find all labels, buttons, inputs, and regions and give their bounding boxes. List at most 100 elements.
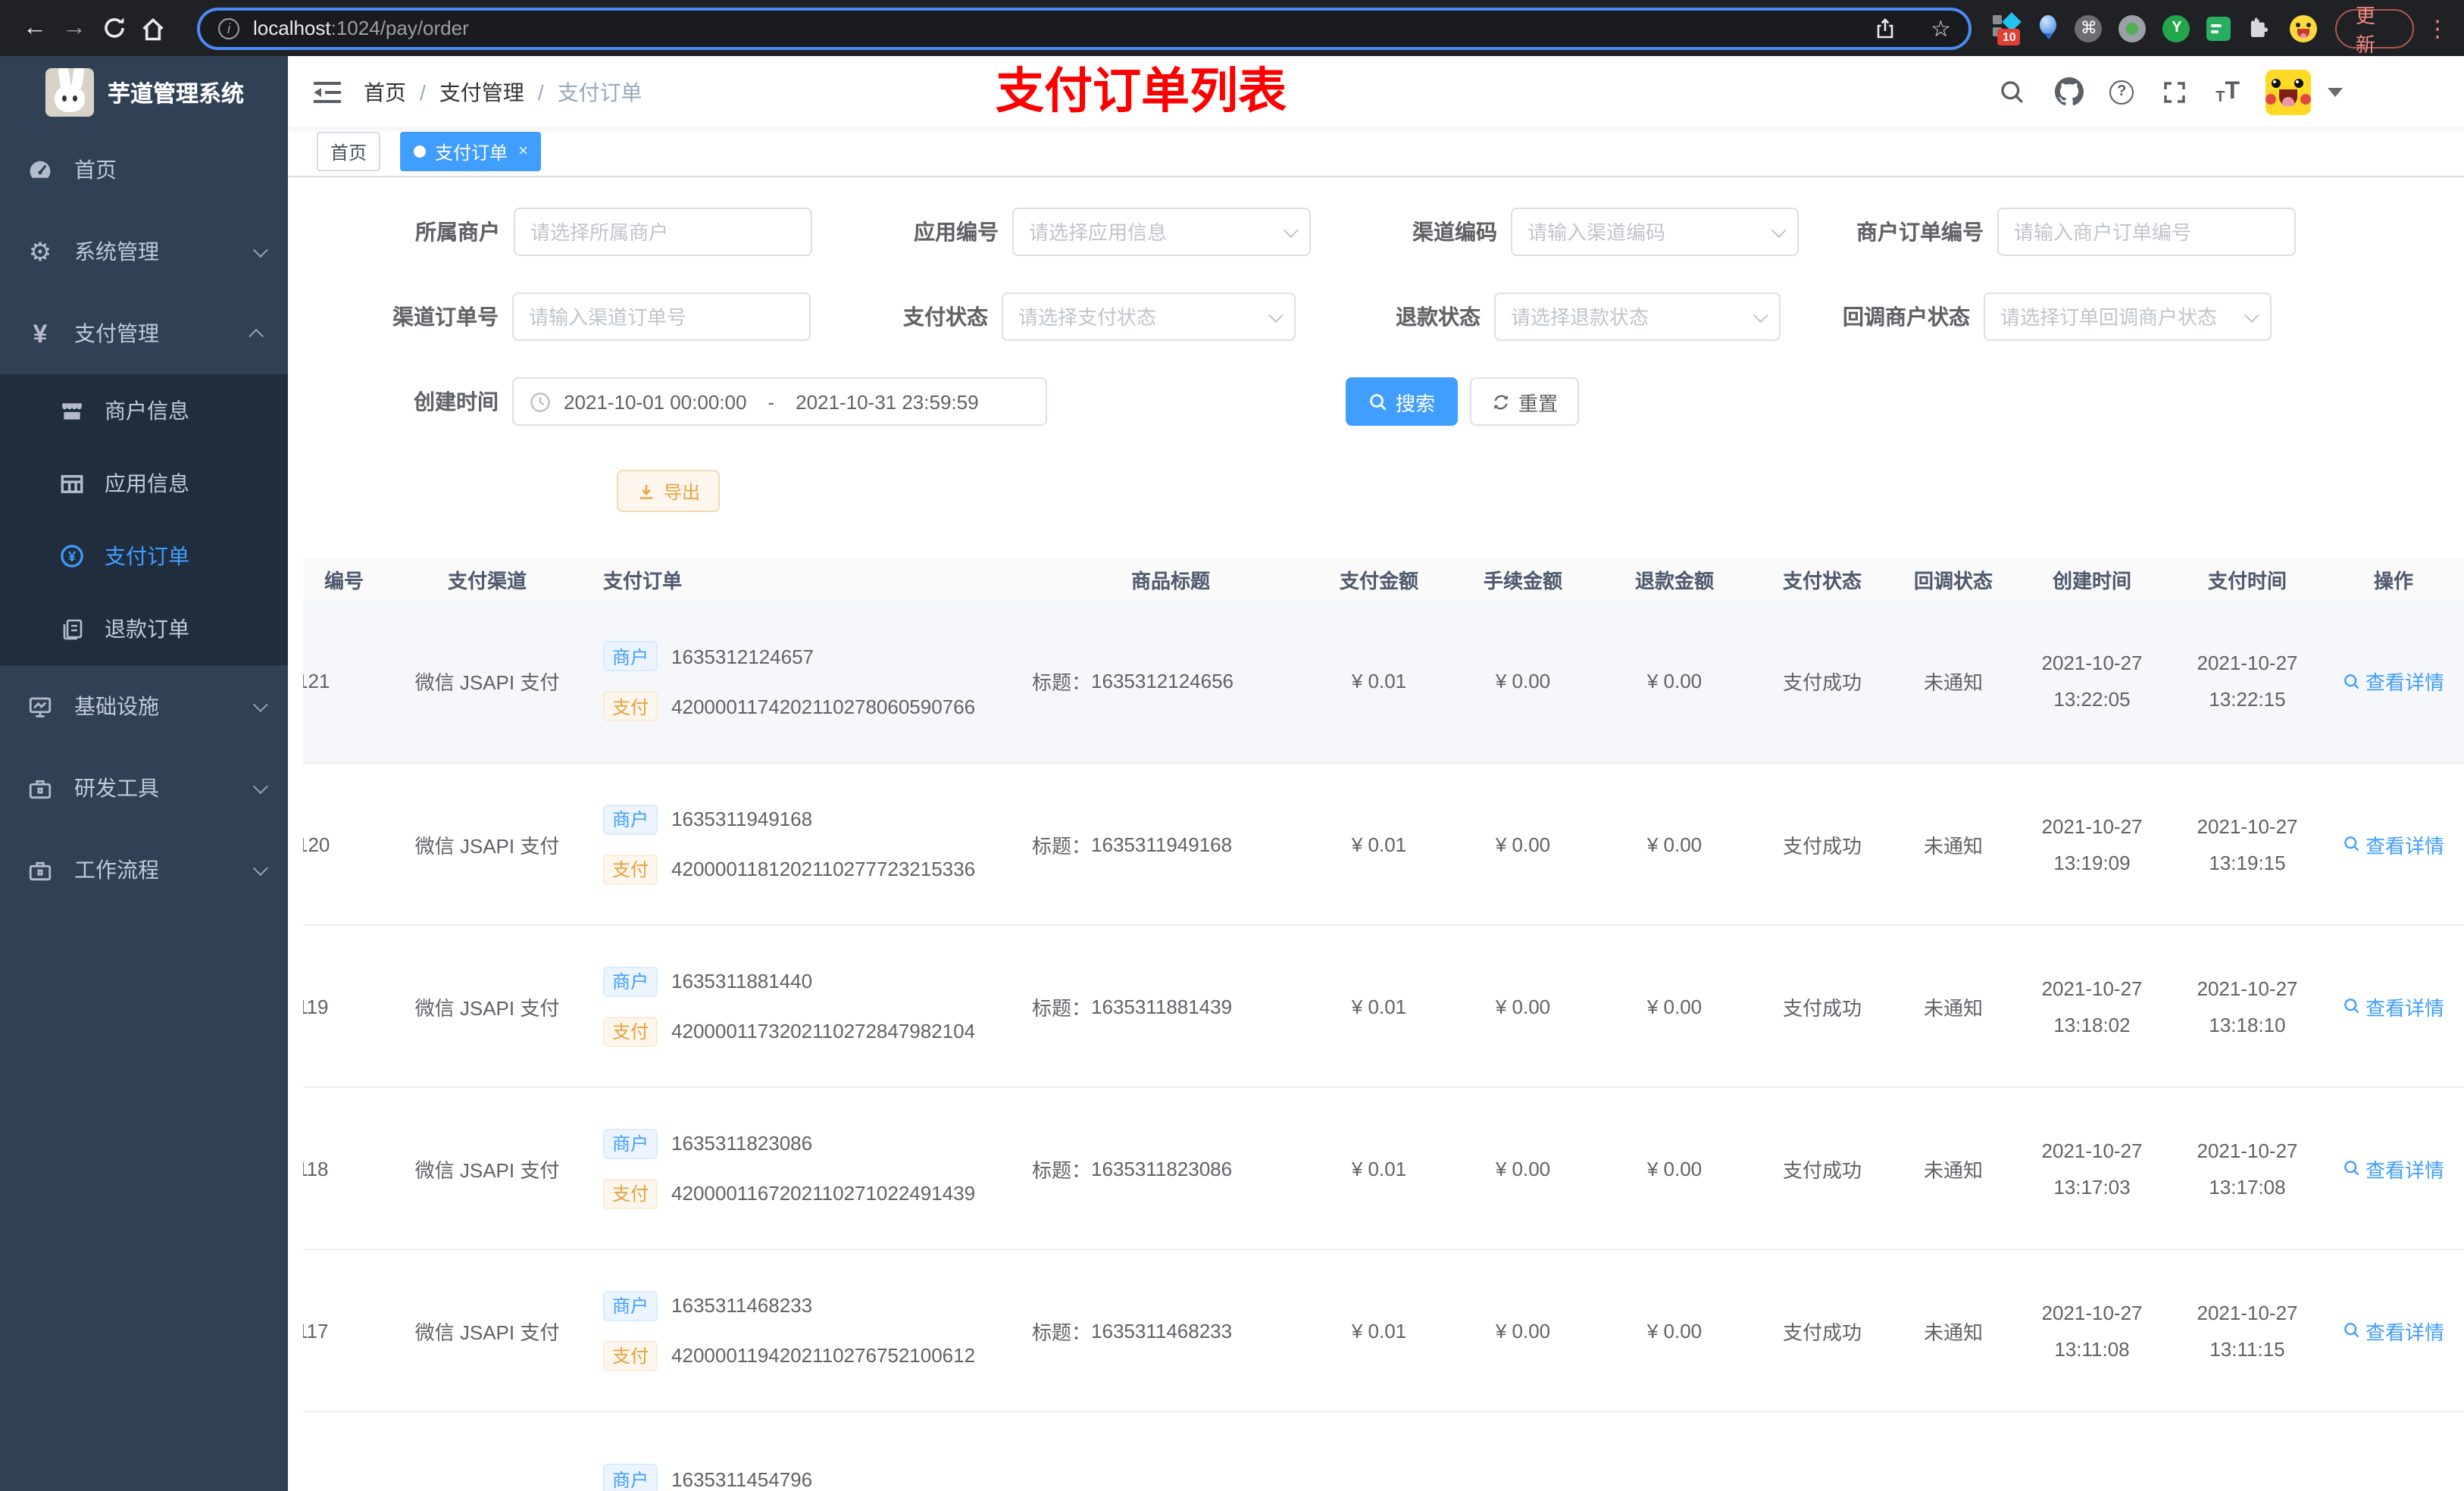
notify-status-select[interactable] xyxy=(1984,292,2272,341)
extension-record-icon[interactable] xyxy=(2118,14,2147,42)
bookmark-star-icon[interactable]: ☆ xyxy=(1931,14,1951,42)
sidebar-item-infrastructure[interactable]: 基础设施 xyxy=(0,665,288,747)
filter-label: 回调商户状态 xyxy=(1843,305,1970,329)
filter-label: 渠道编码 xyxy=(1412,220,1497,244)
extension-command-icon[interactable]: ⌘ xyxy=(2075,14,2103,42)
search-icon[interactable] xyxy=(1997,77,2028,107)
cell-pay-order: 商户 1635311949168 支付 4200001181202110277723… xyxy=(591,764,1030,924)
sidebar-fold-icon[interactable] xyxy=(311,75,344,108)
merchant-input[interactable] xyxy=(514,208,812,256)
cell-channel: 微信 JSAPI 支付 xyxy=(414,1321,560,1343)
browser-profile-avatar[interactable] xyxy=(2290,14,2318,42)
refund-status-field[interactable] xyxy=(1511,305,1747,328)
sidebar-item-refund-order[interactable]: 退款订单 xyxy=(0,592,288,665)
cell-title: 标题： 1635311823086 xyxy=(1032,1157,1233,1181)
extension-y-icon[interactable]: Y xyxy=(2162,14,2190,42)
view-detail-link[interactable]: 查看详情 xyxy=(2343,667,2444,695)
app-select-field[interactable] xyxy=(1029,220,1277,243)
page-content: 所属商户 应用编号 渠道编码 xyxy=(288,177,2464,1491)
table-row: 120 微信 JSAPI 支付 商户1635311949168 支付420000… xyxy=(303,762,2464,924)
table-row: 118 微信 JSAPI 支付 商户1635311823086 支付420000… xyxy=(303,1086,2464,1249)
merchant-tag: 商户 xyxy=(603,1290,658,1321)
cell-pay-time: 2021-10-27 13:19:15 xyxy=(2197,814,2298,874)
app-select[interactable] xyxy=(1012,208,1311,256)
home-glyph xyxy=(142,17,164,40)
col-status: 支付状态 xyxy=(1782,569,1862,592)
export-button[interactable]: 导出 xyxy=(617,470,721,512)
notify-status-field[interactable] xyxy=(2000,305,2238,328)
share-icon[interactable] xyxy=(1873,16,1897,40)
merchant-order-no-field[interactable] xyxy=(2014,220,2279,243)
refund-status-select[interactable] xyxy=(1494,292,1781,341)
cell-title: 标题： 1635311881439 xyxy=(1032,995,1233,1019)
view-detail-link[interactable]: 查看详情 xyxy=(2343,1154,2444,1183)
back-icon[interactable]: ← xyxy=(15,8,55,48)
cell-amount: ¥ 0.01 xyxy=(1351,670,1407,692)
cell-id: 118 xyxy=(303,1157,329,1180)
channel-order-no-input[interactable] xyxy=(512,292,811,341)
breadcrumb-pay-manage[interactable]: 支付管理 xyxy=(439,77,524,107)
pay-tag: 支付 xyxy=(603,1016,658,1046)
site-info-icon[interactable]: i xyxy=(218,17,239,39)
view-detail-link[interactable]: 查看详情 xyxy=(2343,830,2444,858)
channel-code-select[interactable] xyxy=(1511,208,1799,256)
breadcrumb-separator: / xyxy=(420,80,426,104)
reset-button[interactable]: 重置 xyxy=(1470,377,1579,426)
view-detail-link[interactable]: 查看详情 xyxy=(2343,1316,2444,1345)
font-size-icon[interactable]: TT xyxy=(2215,78,2240,105)
browser-menu-icon[interactable]: ⋮ xyxy=(2426,14,2449,42)
cell-notify: 未通知 xyxy=(1923,671,1983,694)
col-pay-order: 支付订单 xyxy=(603,569,683,592)
date-range-input[interactable]: 2021-10-01 00:00:00 - 2021-10-31 23:59:5… xyxy=(512,377,1047,426)
sidebar-item-merchant-info[interactable]: 商户信息 xyxy=(0,374,288,447)
merchant-order-no-input[interactable] xyxy=(1997,208,2296,256)
tab-home[interactable]: 首页 xyxy=(317,132,381,171)
col-amount: 支付金额 xyxy=(1339,569,1418,592)
cell-fee: ¥ 0.00 xyxy=(1495,1319,1551,1342)
view-detail-link[interactable]: 查看详情 xyxy=(2343,992,2444,1021)
sidebar-item-system[interactable]: ⚙ 系统管理 xyxy=(0,211,288,292)
fullscreen-icon[interactable] xyxy=(2159,77,2190,107)
home-icon[interactable] xyxy=(133,8,173,48)
sidebar-item-app-info[interactable]: 应用信息 xyxy=(0,447,288,520)
channel-order-no-field[interactable] xyxy=(529,305,794,328)
pay-status-field[interactable] xyxy=(1018,305,1262,328)
cell-notify: 未通知 xyxy=(1923,1158,1983,1181)
cell-title: 标题： 1635312124656 xyxy=(1032,670,1234,694)
sidebar-item-home[interactable]: 首页 xyxy=(0,129,288,211)
col-fee: 手续金额 xyxy=(1483,569,1562,592)
reload-icon[interactable] xyxy=(94,8,133,48)
extension-chat-icon[interactable] xyxy=(2206,16,2231,40)
filter-label: 所属商户 xyxy=(415,220,500,244)
browser-update-button[interactable]: 更新 xyxy=(2335,4,2414,55)
cell-create-time: 2021-10-27 13:11:08 xyxy=(2041,1301,2143,1360)
url-bar[interactable]: i localhost:1024/pay/order ☆ xyxy=(197,7,1972,49)
search-icon xyxy=(2344,674,2359,689)
search-button[interactable]: 搜索 xyxy=(1346,377,1458,426)
sidebar-item-dev-tools[interactable]: 研发工具 xyxy=(0,747,288,829)
help-icon[interactable]: ? xyxy=(2109,80,2134,104)
tab-close-icon[interactable]: × xyxy=(518,142,528,161)
merchant-input-field[interactable] xyxy=(530,220,796,243)
cell-fee: ¥ 0.00 xyxy=(1495,995,1551,1017)
pay-status-select[interactable] xyxy=(1002,292,1296,341)
tab-pay-order[interactable]: 支付订单 × xyxy=(400,132,542,171)
cell-actions: 查看详情 xyxy=(2323,926,2464,1086)
channel-code-field[interactable] xyxy=(1527,220,1765,243)
app-logo-image xyxy=(45,68,94,117)
breadcrumb-home[interactable]: 首页 xyxy=(364,77,406,107)
chevron-down-icon xyxy=(1283,222,1299,238)
sidebar-item-pay-order[interactable]: ¥ 支付订单 xyxy=(0,520,288,592)
avatar-caret-icon[interactable] xyxy=(2328,87,2343,96)
github-icon[interactable] xyxy=(2053,77,2084,107)
user-avatar[interactable] xyxy=(2265,69,2311,114)
sidebar-item-workflow[interactable]: 工作流程 xyxy=(0,829,288,911)
extension-pin-icon[interactable]: 10 xyxy=(1993,10,2024,46)
sidebar-item-label: 应用信息 xyxy=(105,471,189,495)
reload-glyph xyxy=(104,17,124,38)
extension-balloon-icon[interactable] xyxy=(2040,15,2059,41)
extensions-puzzle-icon[interactable] xyxy=(2248,15,2274,41)
forward-icon[interactable]: → xyxy=(55,8,94,48)
sidebar-item-payment[interactable]: ¥ 支付管理 xyxy=(0,292,288,374)
sidebar: 芋道管理系统 首页 ⚙ 系统管理 ¥ 支付管理 商户信息 应用信息 ¥ 支付订单… xyxy=(0,56,288,1491)
